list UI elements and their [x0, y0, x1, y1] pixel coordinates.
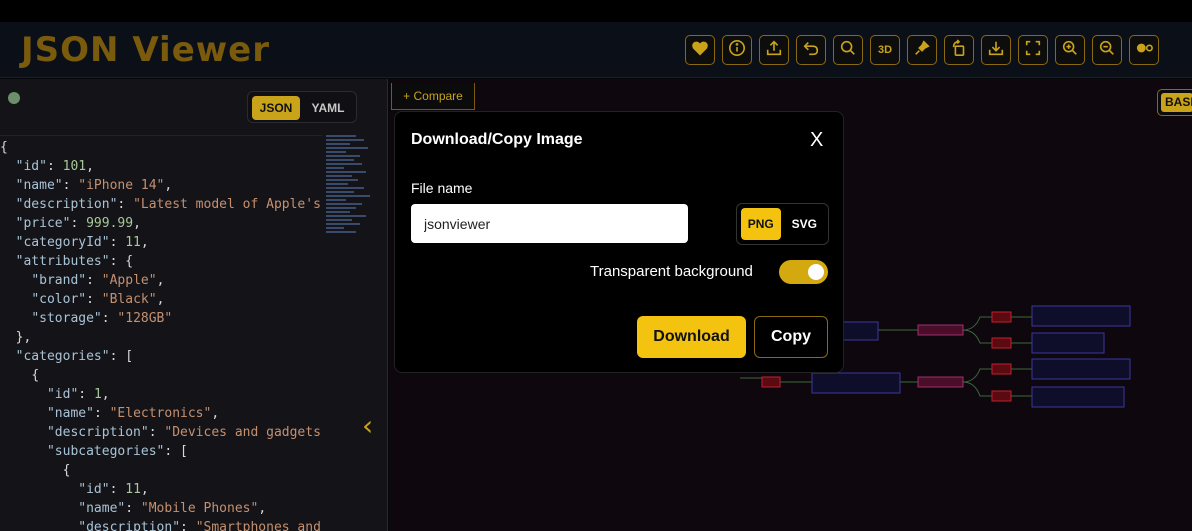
heart-icon — [691, 39, 709, 62]
fullscreen-button[interactable] — [1018, 35, 1048, 65]
format-svg-button[interactable]: SVG — [785, 208, 825, 240]
format-switch: JSON YAML — [247, 91, 357, 123]
file-name-label: File name — [411, 180, 473, 196]
code-line: "description": "Devices and gadgets" — [46, 425, 322, 440]
view-mode-toggle[interactable]: BASIC — [1157, 89, 1192, 116]
rotate-icon — [950, 38, 968, 62]
download-button[interactable]: Download — [637, 316, 746, 358]
undo-icon — [802, 39, 820, 62]
zoom-in-button[interactable] — [1055, 35, 1085, 65]
code-line: "name": "Electronics", — [46, 406, 220, 421]
info-icon — [728, 39, 746, 62]
download-copy-dialog: Download/Copy Image X File name PNG SVG … — [394, 111, 844, 373]
theme-toggle-button[interactable] — [1129, 35, 1159, 65]
image-format-switch: PNG SVG — [736, 203, 829, 245]
code-line: { — [62, 463, 71, 478]
code-line: "color": "Black", — [31, 292, 165, 307]
graph-node — [811, 305, 1131, 408]
status-dot — [8, 92, 20, 104]
toolbar: 3D — [685, 35, 1159, 65]
compare-button[interactable]: + Compare — [391, 83, 475, 110]
zoom-in-icon — [1061, 39, 1079, 62]
editor-minimap[interactable] — [326, 135, 374, 265]
json-editor[interactable]: { "id": 101, "name": "iPhone 14", "descr… — [0, 135, 322, 531]
transparent-background-label: Transparent background — [590, 263, 753, 280]
dialog-title: Download/Copy Image — [411, 131, 583, 148]
code-line: "brand": "Apple", — [31, 273, 165, 288]
browser-top-strip — [0, 0, 1192, 22]
code-line: { — [31, 368, 40, 383]
upload-icon — [765, 39, 783, 62]
undo-button[interactable] — [796, 35, 826, 65]
code-line: "description": "Smartphones and — [78, 520, 321, 531]
heart-button[interactable] — [685, 35, 715, 65]
code-line: "price": 999.99, — [15, 216, 141, 231]
download-image-button[interactable] — [981, 35, 1011, 65]
format-json-button[interactable]: JSON — [252, 96, 300, 120]
code-line: "name": "iPhone 14", — [15, 178, 173, 193]
app-logo: JSON Viewer — [21, 30, 270, 70]
code-line: "storage": "128GB" — [31, 311, 173, 326]
code-line: "id": 101, — [15, 159, 94, 174]
code-line: }, — [15, 330, 32, 345]
search-button[interactable] — [833, 35, 863, 65]
search-icon — [839, 39, 857, 62]
pin-button[interactable] — [907, 35, 937, 65]
code-line: "name": "Mobile Phones", — [78, 501, 267, 516]
view-mode-label: BASIC — [1161, 93, 1192, 112]
code-line: { — [0, 140, 8, 155]
code-line: "categories": [ — [15, 349, 134, 364]
collapse-panel-chevron-icon[interactable]: ‹ — [362, 409, 384, 442]
transparent-background-toggle[interactable] — [779, 260, 828, 284]
rotate-button[interactable] — [944, 35, 974, 65]
toggle-knob — [808, 264, 824, 280]
app-header: JSON Viewer 3D — [0, 22, 1192, 78]
pin-icon — [913, 39, 931, 62]
code-line: "attributes": { — [15, 254, 134, 269]
code-line: "categoryId": 11, — [15, 235, 149, 250]
code-line: "id": 1, — [46, 387, 110, 402]
code-line: "description": "Latest model of Apple's — [15, 197, 321, 212]
code-line: "subcategories": [ — [46, 444, 188, 459]
zoom-out-icon — [1098, 39, 1116, 62]
format-yaml-button[interactable]: YAML — [304, 96, 352, 120]
file-name-input[interactable] — [411, 204, 688, 243]
3d-icon: 3D — [877, 44, 893, 56]
info-button[interactable] — [722, 35, 752, 65]
fullscreen-icon — [1024, 39, 1042, 62]
close-icon[interactable]: X — [810, 129, 823, 152]
editor-panel: JSON YAML { "id": 101, "name": "iPhone 1… — [0, 79, 388, 531]
format-png-button[interactable]: PNG — [741, 208, 781, 240]
upload-button[interactable] — [759, 35, 789, 65]
code-line: "id": 11, — [78, 482, 149, 497]
3d-button[interactable]: 3D — [870, 35, 900, 65]
zoom-out-button[interactable] — [1092, 35, 1122, 65]
theme-toggle-icon — [1135, 39, 1153, 62]
download-icon — [987, 39, 1005, 62]
copy-button[interactable]: Copy — [754, 316, 828, 358]
